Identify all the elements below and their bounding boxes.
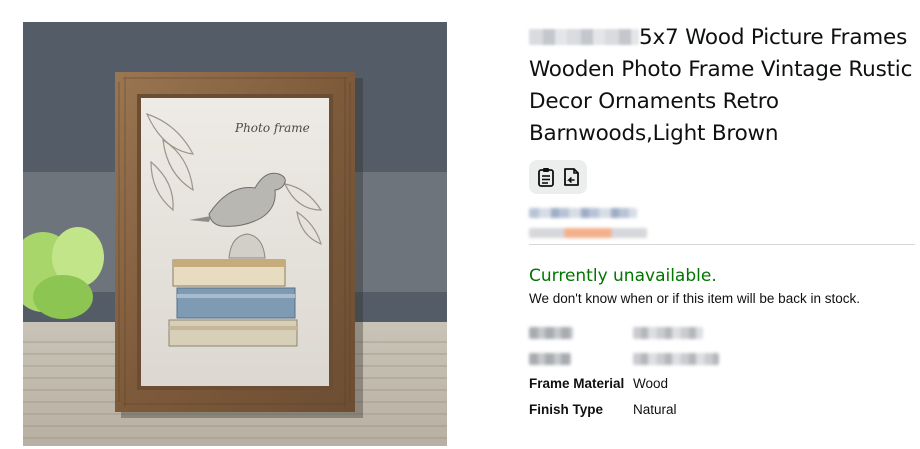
spec-value: Natural [633,402,677,417]
clipboard-icon[interactable] [536,166,556,188]
spec-label: Finish Type [529,402,604,417]
product-page: Photo frame 5x7 Wood Picture Frames Wood… [0,0,920,449]
spec-row-finish-type: Finish Type Natural [529,400,915,420]
product-title: 5x7 Wood Picture Frames Wooden Photo Fra… [529,22,915,150]
product-image[interactable]: Photo frame [23,22,447,446]
return-doc-icon[interactable] [561,166,581,188]
product-details: 5x7 Wood Picture Frames Wooden Photo Fra… [529,22,915,417]
rating-redacted [529,208,637,218]
spec-label-redacted [529,327,573,339]
section-divider [529,244,915,245]
spec-table: Frame Material Wood Finish Type Natural [529,320,915,420]
spec-row-redacted-2 [529,346,915,372]
spec-value: Wood [633,376,669,391]
spec-label-redacted [529,353,571,365]
spec-row-frame-material: Frame Material Wood [529,374,915,394]
frame-insert-text: Photo frame [234,121,310,135]
spec-label: Frame Material [529,376,625,391]
brand-name-redacted [529,29,639,45]
share-actions [529,160,587,194]
product-photo: Photo frame [23,22,447,446]
spec-value-redacted [633,353,719,365]
spec-value-redacted [633,327,703,339]
availability-note: We don't know when or if this item will … [529,291,860,306]
spec-row-redacted-1 [529,320,915,346]
price-redacted [529,228,647,238]
availability-status: Currently unavailable. [529,266,717,286]
